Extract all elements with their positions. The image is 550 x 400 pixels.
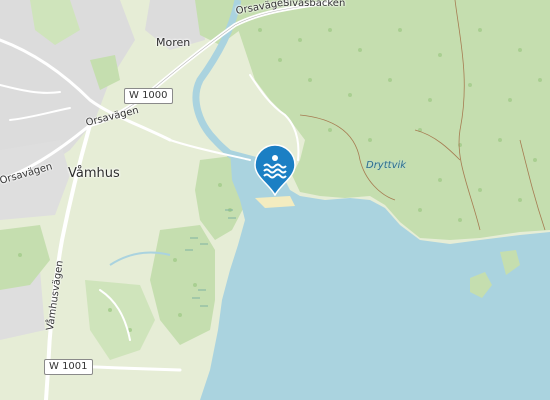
road-shield-w1001: W 1001: [44, 359, 93, 375]
place-label-vamhus: Våmhus: [68, 166, 120, 181]
road-label-sivasbacken: Sivasbacken: [283, 0, 346, 9]
map-layer: [0, 0, 550, 400]
place-label-dryttvik: Dryttvik: [366, 160, 407, 171]
place-label-moren: Moren: [156, 36, 191, 49]
map-canvas[interactable]: Våmhus Moren Dryttvik Orsavägen Sivasbac…: [0, 0, 550, 400]
road-shield-w1000: W 1000: [124, 88, 173, 104]
swimming-place-marker[interactable]: [254, 144, 296, 196]
